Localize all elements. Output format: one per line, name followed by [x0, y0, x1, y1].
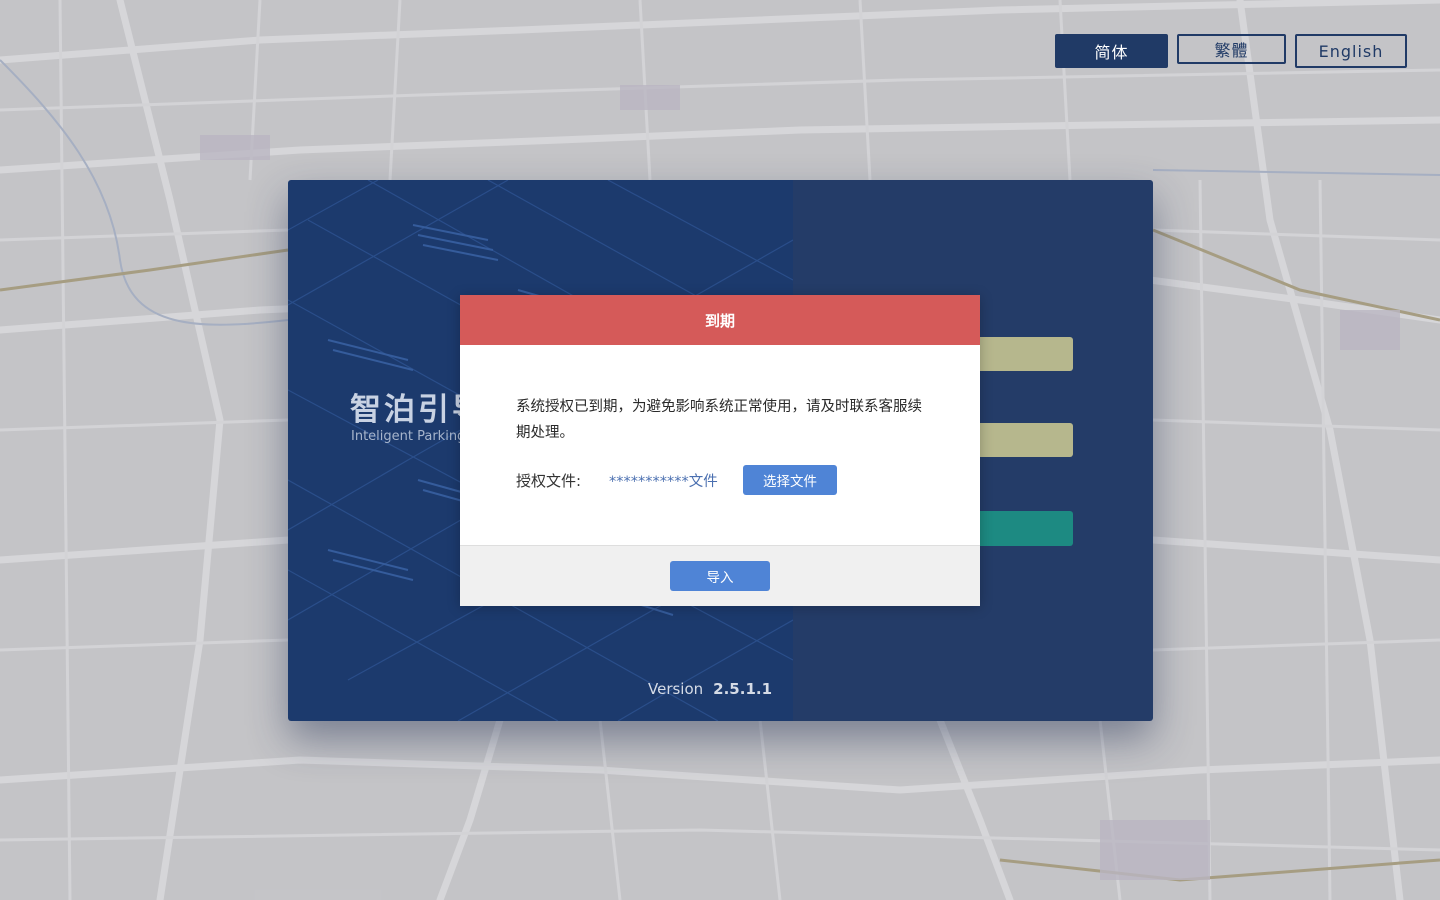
version-text: Version: [648, 680, 704, 698]
dialog-header: 到期: [460, 295, 980, 345]
dialog-title: 到期: [704, 311, 735, 330]
dialog-message: 系统授权已到期，为避免影响系统正常使用，请及时联系客服续期处理。: [516, 399, 922, 441]
lang-english-button[interactable]: English: [1295, 34, 1407, 68]
language-switcher: 简体 繁體 English: [1055, 34, 1407, 68]
license-file-label: 授权文件:: [516, 471, 582, 490]
license-file-name: ***********文件: [609, 473, 718, 490]
username-input[interactable]: [973, 337, 1073, 371]
lang-simplified-button[interactable]: 简体: [1055, 34, 1168, 68]
dialog-body: 系统授权已到期，为避免影响系统正常使用，请及时联系客服续期处理。: [516, 394, 926, 446]
version-number: 2.5.1.1: [713, 680, 773, 698]
import-button[interactable]: 导入: [670, 561, 770, 591]
brand-subtitle: Inteligent Parking: [351, 429, 466, 444]
login-button[interactable]: 录: [965, 511, 1073, 546]
license-file-row: 授权文件: ***********文件 选择文件: [516, 465, 837, 495]
choose-file-button[interactable]: 选择文件: [743, 465, 837, 495]
dialog-footer: 导入: [460, 545, 980, 606]
lang-traditional-button[interactable]: 繁體: [1177, 34, 1286, 64]
version-label: Version 2.5.1.1: [648, 680, 772, 698]
license-expired-dialog: 到期 系统授权已到期，为避免影响系统正常使用，请及时联系客服续期处理。 授权文件…: [460, 295, 980, 606]
password-input[interactable]: [973, 423, 1073, 457]
